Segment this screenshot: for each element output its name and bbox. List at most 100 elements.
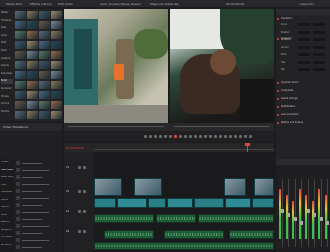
audio-clip-a1[interactable] [156, 214, 196, 223]
track-lock-icon[interactable] [78, 190, 81, 193]
section-toggle-icon[interactable] [277, 106, 279, 108]
section-toggle-icon[interactable] [277, 114, 279, 116]
media-clip-thumbnail[interactable] [15, 61, 26, 69]
media-clip-thumbnail[interactable] [27, 41, 38, 49]
source-scrubber[interactable] [68, 126, 164, 127]
effects-category[interactable]: Open FX [1, 206, 13, 208]
track-visibility-icon[interactable] [83, 230, 86, 233]
media-clip-thumbnail[interactable] [27, 81, 38, 89]
section-toggle-icon[interactable] [277, 38, 279, 40]
bin-item[interactable]: Archive [1, 102, 13, 107]
effects-category[interactable]: Titles [1, 184, 13, 186]
media-clip-thumbnail[interactable] [51, 41, 62, 49]
media-clip-thumbnail[interactable] [51, 111, 62, 119]
inspector-value-field[interactable] [298, 38, 310, 41]
media-clip-thumbnail[interactable] [39, 91, 50, 99]
fader-knob[interactable] [287, 213, 290, 217]
effects-category[interactable]: Video Transitions [1, 169, 13, 171]
edit-tool-icon[interactable] [189, 135, 192, 138]
inspector-section[interactable]: Speed Change [281, 97, 327, 100]
media-clip-thumbnail[interactable] [15, 71, 26, 79]
inspector-value-field[interactable] [298, 45, 310, 49]
media-clip-thumbnail[interactable] [51, 101, 62, 109]
video-clip-v1[interactable] [167, 198, 193, 208]
media-clip-thumbnail[interactable] [39, 61, 50, 69]
media-clip-thumbnail[interactable] [15, 41, 26, 49]
effects-category[interactable]: Filters [1, 214, 13, 216]
track-lock-icon[interactable] [78, 230, 81, 233]
inspector-section[interactable]: Dynamic Zoom [281, 81, 327, 84]
bin-item[interactable]: Graphics [1, 57, 13, 62]
audio-clip-a2[interactable] [104, 230, 154, 239]
inspector-section[interactable]: Retime and Scaling [281, 121, 327, 124]
section-toggle-icon[interactable] [277, 82, 279, 84]
edit-tool-icon[interactable] [219, 135, 222, 138]
edit-tool-icon[interactable] [144, 135, 147, 138]
media-clip-thumbnail[interactable] [39, 11, 50, 19]
media-clip-thumbnail[interactable] [51, 31, 62, 39]
media-clip-thumbnail[interactable] [15, 51, 26, 59]
program-scrubber[interactable] [174, 126, 270, 127]
media-clip-thumbnail[interactable] [39, 111, 50, 119]
media-clip-thumbnail[interactable] [27, 51, 38, 59]
inspector-value-field[interactable] [298, 53, 310, 56]
fader-knob[interactable] [313, 213, 316, 217]
media-clip-thumbnail[interactable] [51, 81, 62, 89]
inspector-value-field[interactable] [298, 60, 310, 64]
media-clip-thumbnail[interactable] [27, 31, 38, 39]
effect-item[interactable] [22, 218, 42, 220]
effect-item[interactable] [22, 204, 42, 206]
inspector-value-field[interactable] [313, 53, 325, 56]
playhead-handle[interactable] [245, 143, 250, 146]
track-visibility-icon[interactable] [83, 210, 86, 213]
edit-tool-icon[interactable] [249, 135, 252, 138]
audio-clip-a3[interactable] [94, 242, 274, 250]
edit-tool-icon[interactable] [194, 135, 197, 138]
effects-library-button[interactable]: Effects Library [30, 2, 52, 6]
bin-item[interactable]: Exports [1, 110, 13, 115]
media-clip-thumbnail[interactable] [27, 101, 38, 109]
effect-item[interactable] [22, 190, 42, 192]
media-pool-button[interactable]: Media Pool [6, 2, 22, 6]
bin-item[interactable]: Stills [1, 41, 13, 46]
inspector-value-field[interactable] [313, 38, 325, 41]
media-clip-thumbnail[interactable] [27, 111, 38, 119]
edit-tool-icon[interactable] [209, 135, 212, 138]
inspector-button[interactable]: Inspector [300, 2, 314, 6]
bin-item[interactable]: Music [1, 49, 13, 54]
media-clip-thumbnail[interactable] [39, 21, 50, 29]
effect-item[interactable] [22, 225, 49, 227]
edit-tool-icon[interactable] [159, 135, 162, 138]
track-lock-icon[interactable] [78, 166, 81, 169]
edit-index-button[interactable]: Edit Index [58, 2, 73, 6]
media-clip-thumbnail[interactable] [39, 31, 50, 39]
media-clip-thumbnail[interactable] [15, 81, 26, 89]
fader-knob[interactable] [300, 221, 303, 225]
effects-category[interactable]: Toolbox [1, 161, 13, 163]
media-clip-thumbnail[interactable] [27, 91, 38, 99]
effects-category[interactable]: Generators [1, 191, 13, 193]
video-clip-v1[interactable] [94, 198, 116, 208]
edit-tool-icon[interactable] [229, 135, 232, 138]
effects-category[interactable]: Audio Transitions [1, 176, 13, 178]
section-toggle-icon[interactable] [277, 122, 279, 124]
audio-clip-a2[interactable] [164, 230, 224, 239]
edit-tool-icon[interactable] [164, 135, 167, 138]
inspector-value-field[interactable] [313, 23, 325, 26]
track-visibility-icon[interactable] [83, 190, 86, 193]
bin-item[interactable]: Proxies [1, 95, 13, 100]
video-clip-v1[interactable] [194, 198, 224, 208]
bin-item[interactable]: Rendered [1, 87, 13, 92]
edit-tool-icon[interactable] [154, 135, 157, 138]
inspector-value-field[interactable] [298, 68, 310, 71]
video-clip-v2[interactable] [134, 178, 162, 196]
audio-clip-a1[interactable] [94, 214, 154, 223]
inspector-value-field[interactable] [313, 60, 325, 64]
fader-knob[interactable] [293, 217, 297, 221]
video-clip-v1[interactable] [148, 198, 166, 208]
edit-tool-icon[interactable] [204, 135, 207, 138]
effects-category[interactable]: Fairlight FX [1, 229, 13, 231]
audio-clip-a1[interactable] [198, 214, 274, 223]
edit-tool-icon[interactable] [179, 135, 182, 138]
inspector-section[interactable]: Lens Correction [281, 113, 327, 116]
